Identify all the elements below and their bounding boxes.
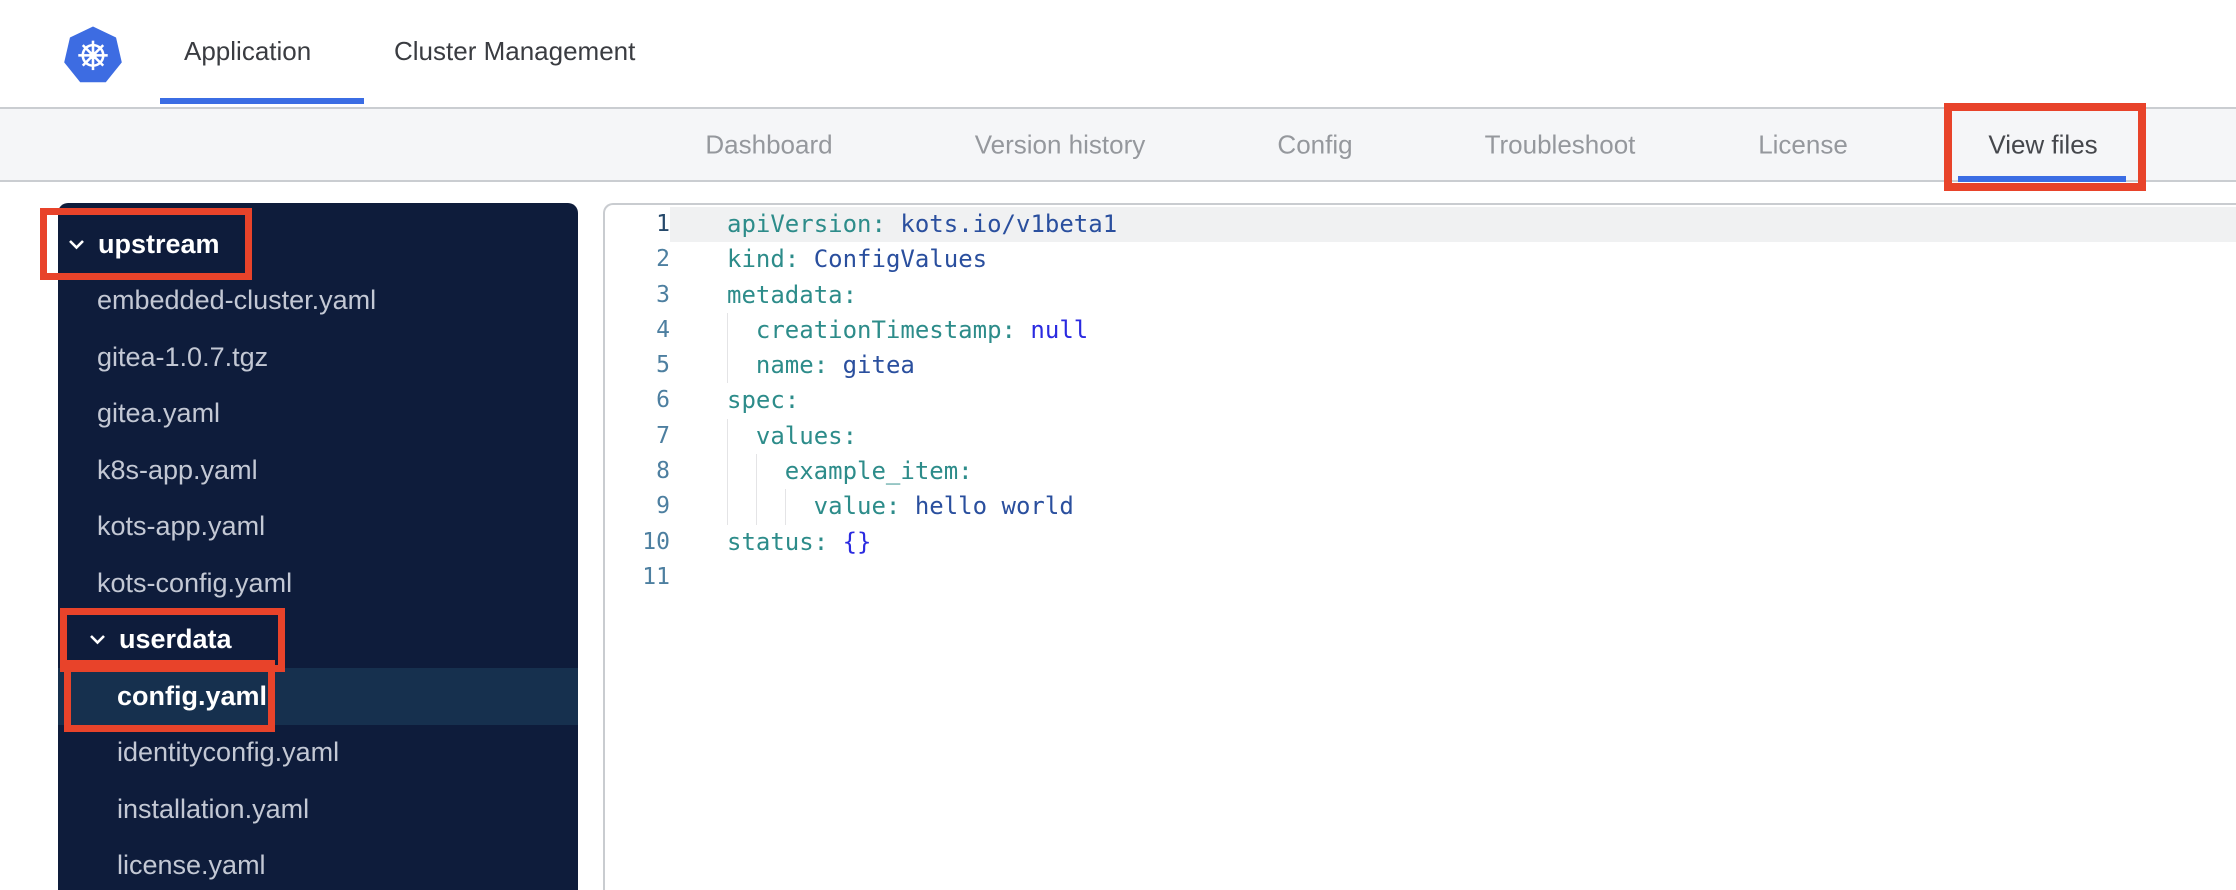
code-text: values:: [670, 418, 2236, 455]
code-line-3: 3 metadata:: [605, 278, 2236, 313]
tree-item-embedded-cluster-yaml[interactable]: embedded-cluster.yaml: [58, 273, 578, 330]
code-line-9: 9 value: hello world: [605, 489, 2236, 525]
tree-item-label: kots-config.yaml: [97, 567, 293, 598]
line-number: 7: [656, 422, 670, 449]
tree-item-label: identityconfig.yaml: [117, 737, 340, 768]
token-key: kind:: [727, 245, 800, 274]
tree-item-identityconfig-yaml[interactable]: identityconfig.yaml: [58, 725, 578, 782]
indent-guide: [755, 489, 785, 525]
code-text: name: gitea: [670, 348, 2236, 384]
tree-item-installation-yaml[interactable]: installation.yaml: [58, 781, 578, 838]
code-line-7: 7 values:: [605, 418, 2236, 455]
code-text: status: {}: [670, 525, 2236, 560]
code-text: spec:: [670, 383, 2236, 418]
code-text: metadata:: [670, 278, 2236, 313]
tree-item-label: userdata: [119, 624, 232, 655]
nav-item-troubleshoot[interactable]: Troubleshoot: [1485, 129, 1636, 160]
line-number: 2: [656, 246, 670, 273]
nav-item-version-history[interactable]: Version history: [975, 129, 1146, 160]
tree-item-label: k8s-app.yaml: [97, 454, 258, 485]
tree-item-upstream[interactable]: upstream: [58, 216, 578, 273]
tree-item-label: license.yaml: [117, 850, 266, 881]
token-kw: null: [1015, 315, 1089, 344]
tree-item-userdata[interactable]: userdata: [58, 612, 578, 669]
indent-guide: [727, 348, 756, 384]
nav-item-view-files[interactable]: View files: [1988, 129, 2097, 160]
token-key: values:: [755, 421, 858, 450]
tree-item-license-yaml[interactable]: license.yaml: [58, 838, 578, 890]
code-line-11: 11: [605, 560, 2236, 595]
token-key: example_item:: [784, 457, 973, 486]
line-number: 4: [656, 316, 670, 343]
token-key: spec:: [727, 386, 800, 415]
active-nav-underline: [1958, 176, 2126, 182]
code-line-8: 8 example_item:: [605, 454, 2236, 490]
chevron-down-icon: [69, 239, 84, 250]
token-str: gitea: [828, 351, 915, 380]
app-header: Application Cluster Management: [0, 0, 2236, 107]
tree-item-label: gitea-1.0.7.tgz: [97, 341, 269, 372]
line-number: 3: [656, 281, 670, 308]
tab-application[interactable]: Application: [184, 0, 311, 102]
code-line-2: 2 kind: ConfigValues: [605, 242, 2236, 277]
indent-guide: [727, 454, 756, 490]
line-number: 8: [656, 458, 670, 485]
tree-item-label: installation.yaml: [117, 793, 310, 824]
token-str: hello world: [900, 492, 1074, 521]
indent-guide: [784, 489, 814, 525]
code-text: creationTimestamp: null: [670, 312, 2236, 349]
kubernetes-logo-icon: [64, 26, 122, 83]
chevron-down-icon: [90, 635, 105, 645]
code-text: example_item:: [670, 454, 2236, 490]
tree-item-label: gitea.yaml: [97, 398, 221, 429]
indent-guide: [755, 454, 785, 490]
token-key: status:: [727, 527, 829, 556]
code-line-4: 4 creationTimestamp: null: [605, 312, 2236, 349]
tree-item-label: upstream: [98, 228, 220, 259]
line-number: 11: [642, 563, 670, 590]
indent-guide: [727, 312, 756, 349]
tree-item-label: kots-app.yaml: [97, 511, 266, 542]
file-viewer-editor[interactable]: 1 apiVersion: kots.io/v1beta1 2 kind: Confi…: [603, 203, 2236, 890]
code-line-10: 10 status: {}: [605, 525, 2236, 560]
tree-item-gitea-yaml[interactable]: gitea.yaml: [58, 386, 578, 443]
nav-item-config[interactable]: Config: [1277, 129, 1352, 160]
token-key: metadata:: [727, 280, 858, 309]
file-tree-panel: upstream embedded-cluster.yaml gitea-1.0.7…: [58, 203, 578, 890]
tree-item-label: embedded-cluster.yaml: [97, 285, 377, 316]
indent-guide: [727, 418, 756, 455]
indent-guide: [727, 489, 756, 525]
tree-item-kots-config-yaml[interactable]: kots-config.yaml: [58, 555, 578, 612]
token-key: creationTimestamp:: [755, 315, 1016, 344]
tree-item-gitea-1-0-7-tgz[interactable]: gitea-1.0.7.tgz: [58, 329, 578, 386]
tab-cluster-management[interactable]: Cluster Management: [394, 0, 635, 102]
line-number: 1: [656, 211, 670, 237]
line-number: 10: [642, 528, 670, 555]
code-line-5: 5 name: gitea: [605, 348, 2236, 384]
line-number: 6: [656, 387, 670, 414]
nav-item-license[interactable]: License: [1758, 129, 1848, 160]
tree-item-config-yaml[interactable]: config.yaml: [58, 668, 578, 725]
app-nav-bar: Dashboard Version history Config Trouble…: [0, 107, 2236, 182]
line-number: 5: [656, 352, 670, 379]
tree-item-label: config.yaml: [117, 680, 268, 711]
token-key: value:: [813, 492, 901, 521]
active-tab-underline: [160, 98, 364, 104]
code-text: kind: ConfigValues: [670, 242, 2236, 277]
token-kw: {}: [828, 527, 872, 556]
code-line-1: 1 apiVersion: kots.io/v1beta1: [605, 207, 2236, 243]
token-key: name:: [755, 351, 829, 380]
nav-item-dashboard[interactable]: Dashboard: [705, 129, 832, 160]
line-number: 9: [656, 493, 670, 520]
token-str: ConfigValues: [799, 245, 988, 274]
tree-item-k8s-app-yaml[interactable]: k8s-app.yaml: [58, 442, 578, 499]
code-text: value: hello world: [670, 489, 2236, 525]
token-str: kots.io/v1beta1: [885, 210, 1118, 238]
token-key: apiVersion:: [727, 210, 886, 238]
tree-item-kots-app-yaml[interactable]: kots-app.yaml: [58, 499, 578, 556]
code-text: apiVersion: kots.io/v1beta1: [670, 207, 2236, 243]
code-line-6: 6 spec:: [605, 383, 2236, 418]
